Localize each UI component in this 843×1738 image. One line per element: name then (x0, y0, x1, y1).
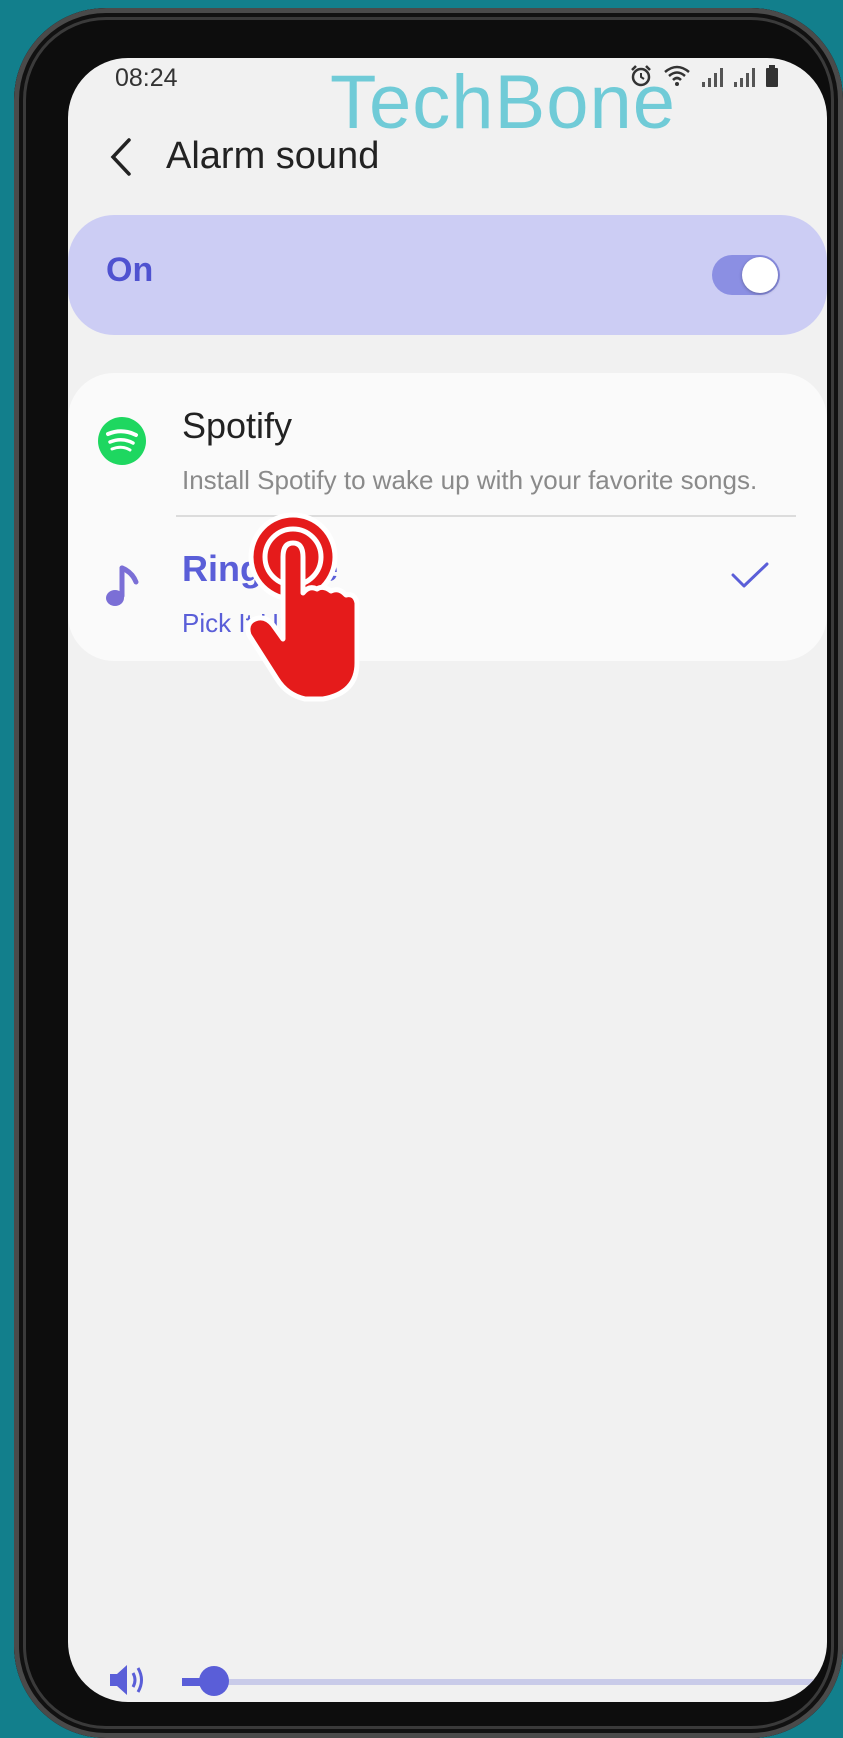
status-time: 08:24 (115, 64, 178, 92)
alarm-sound-switch[interactable] (712, 255, 780, 295)
page-title: Alarm sound (166, 135, 380, 177)
checkmark-icon (731, 562, 769, 588)
sound-options-list: Spotify Install Spotify to wake up with … (68, 373, 827, 661)
spotify-icon (96, 415, 148, 467)
screen: 08:24 TechBone Alarm sound On Spotify In… (68, 58, 827, 1702)
volume-bar (68, 1653, 827, 1702)
switch-knob (742, 257, 778, 293)
spotify-subtitle: Install Spotify to wake up with your fav… (182, 465, 758, 495)
back-button[interactable] (96, 131, 146, 183)
tap-gesture-icon (245, 512, 360, 702)
music-note-icon (96, 560, 148, 612)
battery-icon (766, 65, 778, 87)
volume-track (182, 1679, 827, 1685)
toggle-label: On (106, 251, 154, 289)
spotify-title: Spotify (182, 405, 293, 446)
header: Alarm sound (68, 123, 827, 193)
phone-frame: 08:24 TechBone Alarm sound On Spotify In… (14, 8, 843, 1738)
list-item-spotify[interactable]: Spotify Install Spotify to wake up with … (68, 373, 827, 515)
signal-icon-2 (734, 68, 755, 87)
list-item-ringtone[interactable]: Ringtone Pick It Up (68, 516, 827, 661)
volume-slider-knob[interactable] (199, 1666, 230, 1696)
back-arrow-icon (110, 138, 131, 176)
volume-icon (110, 1665, 143, 1695)
alarm-sound-toggle-row[interactable]: On (68, 215, 827, 335)
signal-icon (702, 68, 723, 87)
